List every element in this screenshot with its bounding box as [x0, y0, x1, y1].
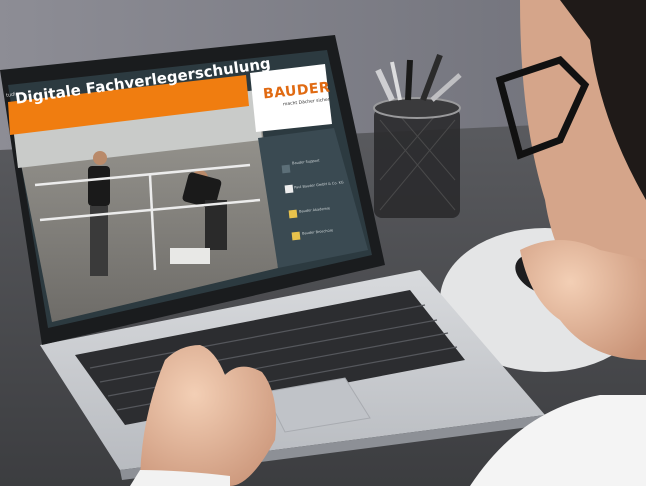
laptop-scene-photo [0, 0, 646, 486]
